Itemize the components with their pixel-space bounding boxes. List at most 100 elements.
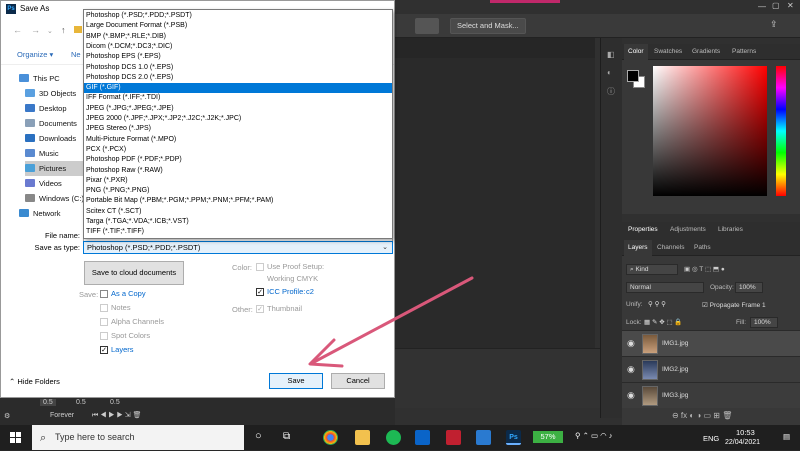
- file-type-option[interactable]: Pixar (*.PXR): [84, 176, 392, 186]
- tab-layers[interactable]: Layers: [624, 240, 652, 256]
- photoshop-taskbar-icon[interactable]: Ps: [506, 430, 521, 445]
- foreground-color-swatch[interactable]: [627, 70, 639, 82]
- file-type-option[interactable]: BMP (*.BMP;*.RLE;*.DIB): [84, 32, 392, 42]
- file-explorer-icon[interactable]: [355, 430, 370, 445]
- up-arrow-icon[interactable]: ↑: [61, 25, 66, 35]
- notes-checkbox[interactable]: [100, 304, 108, 312]
- file-type-option[interactable]: Scitex CT (*.SCT): [84, 207, 392, 217]
- opacity-input[interactable]: 100%: [735, 282, 763, 293]
- use-proof-checkbox[interactable]: [256, 263, 264, 271]
- save-to-cloud-button[interactable]: Save to cloud documents: [84, 261, 184, 285]
- tab-gradients[interactable]: Gradients: [688, 44, 724, 60]
- taskbar-search-box[interactable]: ⌕ Type here to search: [32, 425, 244, 450]
- layer-panel-footer-icons[interactable]: ⊖ fx ◐ ◑ ▭ ⊞ 🗑: [672, 411, 732, 420]
- tab-swatches[interactable]: Swatches: [650, 44, 686, 60]
- alpha-channels-checkbox[interactable]: [100, 318, 108, 326]
- option-field[interactable]: [415, 18, 439, 34]
- unify-icons[interactable]: ⚲ ⚲ ⚲: [648, 300, 666, 308]
- organize-button[interactable]: Organize ▾: [17, 50, 53, 59]
- tab-libraries[interactable]: Libraries: [714, 222, 747, 238]
- history-dropdown-icon[interactable]: ⌄: [47, 27, 53, 35]
- share-icon[interactable]: ⇪: [770, 19, 778, 30]
- history-icon[interactable]: ◧: [607, 50, 615, 59]
- file-type-option[interactable]: Multi-Picture Format (*.MPO): [84, 135, 392, 145]
- layer-row[interactable]: ◉ IMG2.jpg: [622, 356, 800, 382]
- file-type-option[interactable]: Photoshop (*.PSD;*.PDD;*.PSDT): [84, 11, 392, 21]
- file-type-option[interactable]: Photoshop EPS (*.EPS): [84, 52, 392, 62]
- timeline-settings-icon[interactable]: ⚙: [4, 412, 10, 420]
- hide-folders-toggle[interactable]: ⌃ Hide Folders: [9, 377, 60, 386]
- visibility-eye-icon[interactable]: ◉: [627, 364, 635, 375]
- new-folder-button[interactable]: Ne: [71, 50, 81, 59]
- file-type-option[interactable]: JPEG 2000 (*.JPF;*.JPX;*.JP2;*.J2C;*.J2K…: [84, 114, 392, 124]
- info-icon[interactable]: ⓘ: [607, 86, 615, 97]
- cortana-icon[interactable]: ○: [255, 430, 262, 442]
- tab-paths[interactable]: Paths: [690, 240, 715, 256]
- lock-icons[interactable]: ▦ ✎ ✥ ⬚ 🔒: [644, 318, 683, 326]
- frame-delay[interactable]: 0.5: [40, 399, 56, 406]
- color-field[interactable]: [653, 66, 767, 196]
- layer-row[interactable]: ◉ IMG1.jpg: [622, 330, 800, 356]
- file-type-option[interactable]: Dicom (*.DCM;*.DC3;*.DIC): [84, 42, 392, 52]
- photos-icon[interactable]: [476, 430, 491, 445]
- hue-slider[interactable]: [776, 66, 786, 196]
- icc-profile-checkbox[interactable]: ✓: [256, 288, 264, 296]
- chrome-icon[interactable]: [323, 430, 338, 445]
- forward-arrow-icon[interactable]: →: [31, 25, 40, 35]
- layer-row[interactable]: ◉ IMG3.jpg: [622, 382, 800, 408]
- select-and-mask-button[interactable]: Select and Mask...: [450, 18, 526, 34]
- file-type-option[interactable]: PNG (*.PNG;*.PNG): [84, 186, 392, 196]
- task-view-icon[interactable]: ⧉: [283, 431, 290, 442]
- layers-checkbox[interactable]: ✓: [100, 346, 108, 354]
- tab-adjustments[interactable]: Adjustments: [666, 222, 710, 238]
- minimize-icon[interactable]: —: [758, 2, 766, 11]
- visibility-eye-icon[interactable]: ◉: [627, 390, 635, 401]
- spotify-icon[interactable]: [386, 430, 401, 445]
- tab-color[interactable]: Color: [624, 44, 648, 60]
- tab-properties[interactable]: Properties: [624, 222, 662, 238]
- file-type-option[interactable]: GIF (*.GIF): [84, 83, 392, 93]
- save-as-type-select[interactable]: Photoshop (*.PSD;*.PDD;*.PSDT) ⌄: [83, 241, 393, 254]
- windows-start-icon[interactable]: [10, 432, 21, 443]
- file-type-option[interactable]: JPEG (*.JPG;*.JPEG;*.JPE): [84, 104, 392, 114]
- spot-colors-checkbox[interactable]: [100, 332, 108, 340]
- file-type-option[interactable]: IFF Format (*.IFF;*.TDI): [84, 93, 392, 103]
- thumbnail-checkbox[interactable]: ✓: [256, 305, 264, 313]
- close-icon[interactable]: ✕: [787, 1, 794, 10]
- frame-delay[interactable]: 0.5: [110, 399, 120, 406]
- file-type-dropdown-list[interactable]: Photoshop (*.PSD;*.PDD;*.PSDT) Large Docu…: [83, 9, 393, 239]
- maximize-icon[interactable]: ▢: [772, 1, 780, 10]
- file-type-option[interactable]: PCX (*.PCX): [84, 145, 392, 155]
- visibility-eye-icon[interactable]: ◉: [627, 338, 635, 349]
- file-type-option[interactable]: TIFF (*.TIF;*.TIFF): [84, 227, 392, 237]
- file-type-option[interactable]: Photoshop PDF (*.PDF;*.PDP): [84, 155, 392, 165]
- file-type-option[interactable]: Large Document Format (*.PSB): [84, 21, 392, 31]
- tab-channels[interactable]: Channels: [653, 240, 688, 256]
- propagate-frame-checkbox[interactable]: ☑ Propagate Frame 1: [702, 301, 766, 309]
- clock-time[interactable]: 10:53: [736, 428, 755, 437]
- notification-icon[interactable]: ▤: [783, 432, 790, 441]
- file-type-option[interactable]: Targa (*.TGA;*.VDA;*.ICB;*.VST): [84, 217, 392, 227]
- filter-icons[interactable]: ▣ ◎ T ⬚ ⬒ ●: [684, 265, 725, 273]
- loop-select[interactable]: Forever: [50, 412, 74, 419]
- tab-patterns[interactable]: Patterns: [728, 44, 760, 60]
- battery-indicator[interactable]: 57%: [533, 431, 563, 443]
- app-icon[interactable]: [446, 430, 461, 445]
- blend-mode-select[interactable]: Normal: [626, 282, 704, 293]
- file-type-option[interactable]: Photoshop DCS 1.0 (*.EPS): [84, 63, 392, 73]
- file-type-option[interactable]: Photoshop DCS 2.0 (*.EPS): [84, 73, 392, 83]
- back-arrow-icon[interactable]: ←: [13, 25, 22, 35]
- file-type-option[interactable]: JPEG Stereo (*.JPS): [84, 124, 392, 134]
- fill-input[interactable]: 100%: [750, 317, 778, 328]
- brush-icon[interactable]: ◐: [607, 68, 612, 77]
- mail-icon[interactable]: [415, 430, 430, 445]
- file-type-option[interactable]: Photoshop Raw (*.RAW): [84, 166, 392, 176]
- file-type-option[interactable]: Portable Bit Map (*.PBM;*.PGM;*.PPM;*.PN…: [84, 196, 392, 206]
- system-tray-icons[interactable]: ⚲ ⌃ ▭ ◠ ♪: [575, 431, 613, 440]
- layer-filter-select[interactable]: ⌕ Kind: [626, 264, 678, 275]
- clock-date[interactable]: 22/04/2021: [725, 439, 760, 446]
- frame-delay[interactable]: 0.5: [76, 399, 86, 406]
- as-copy-checkbox[interactable]: [100, 290, 108, 298]
- language-indicator[interactable]: ENG: [703, 434, 719, 443]
- playback-controls[interactable]: ⏮ ◀ ▶ ▶ ⇲ 🗑: [92, 411, 142, 420]
